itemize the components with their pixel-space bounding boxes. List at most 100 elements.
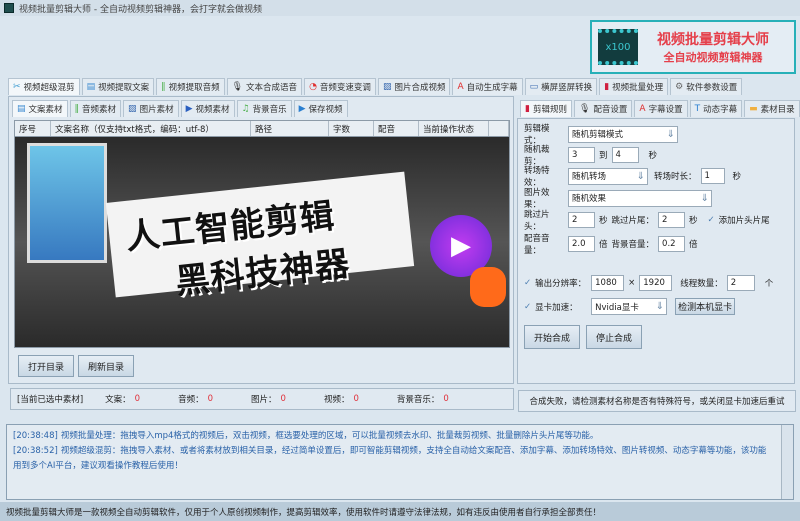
pointing-hand-icon: [470, 267, 506, 307]
tab-label: 动态字幕: [703, 105, 738, 115]
image-effect-select[interactable]: 随机效果 ⇓: [568, 189, 712, 207]
gpu-select[interactable]: Nvidia显卡 ⇓: [591, 298, 668, 315]
tab-settings-tabs-2[interactable]: A 字幕设置: [634, 100, 688, 117]
add-head-tail-checkbox[interactable]: 添加片头片尾: [719, 214, 770, 226]
dropdown-arrow-icon: ⇓: [655, 301, 665, 312]
skip-tail-input[interactable]: 2: [658, 212, 686, 228]
to-label: 到: [599, 151, 608, 161]
tab-label: 视频批量处理: [612, 83, 664, 93]
status-message: 合成失败，请检测素材名称是否有特殊符号，或关闭显卡加速后重试: [518, 390, 796, 412]
tab-material-tabs-0[interactable]: ▤ 文案素材: [12, 100, 68, 117]
resolution-height-input[interactable]: 1920: [639, 275, 673, 291]
settings-tabs: ▮ 剪辑规则 🎙 配音设置 A 字幕设置 T 动态字幕 ▬ 素材目录: [520, 100, 800, 117]
column-header[interactable]: 路径: [251, 121, 329, 136]
edit-mode-select[interactable]: 随机剪辑模式 ⇓: [568, 125, 678, 143]
tab-main-tabs-8[interactable]: ▮ 视频批量处理: [599, 78, 669, 95]
log-entry: [20:38:52] 视频超级混剪：拖拽导入素材、或者将素材放到相关目录，经过简单…: [13, 444, 787, 474]
seconds-unit: 秒: [599, 216, 608, 226]
selection-count-value: 0: [443, 394, 449, 404]
image-icon: ▨: [128, 104, 137, 114]
check-icon[interactable]: ✓: [708, 215, 715, 225]
selection-label: [当前已选中素材]: [17, 395, 84, 405]
title-bar: 视频批量剪辑大师 - 全自动视频剪辑神器，会打字就会做视频: [0, 0, 800, 16]
film-icon: ▮: [604, 82, 610, 92]
tab-main-tabs-0[interactable]: ✂ 视频超级混剪: [8, 78, 80, 95]
tab-settings-tabs-1[interactable]: 🎙 配音设置: [573, 100, 633, 117]
random-cut-from-input[interactable]: 3: [568, 147, 595, 163]
tab-label: 视频提取文案: [98, 83, 150, 93]
tab-main-tabs-5[interactable]: ▨ 图片合成视频: [377, 78, 451, 95]
tab-settings-tabs-0[interactable]: ▮ 剪辑规则: [520, 100, 572, 117]
tab-main-tabs-3[interactable]: 🎙 文本合成语音: [226, 78, 303, 95]
selection-count-value: 0: [280, 394, 286, 404]
person-photo: [27, 143, 107, 263]
seconds-unit: 秒: [689, 216, 698, 226]
table-header: 序号 文案名称（仅支持txt格式，编码：utf-8） 路径 字数 配音 当前操作状态: [15, 121, 509, 137]
times-sign: ×: [628, 278, 636, 288]
gpu-value: Nvidia显卡: [595, 302, 639, 313]
column-header[interactable]: 字数: [329, 121, 374, 136]
selection-count-label: 视频：: [323, 395, 350, 405]
preview-image: 人工智能剪辑 黑科技神器 ▶: [15, 137, 509, 347]
transition-duration-input[interactable]: 1: [700, 168, 725, 184]
dropdown-arrow-icon: ⇓: [636, 170, 645, 182]
log-text: 视频批量处理：拖拽导入mp4格式的视频后，双击视频，框选要处理的区域，可以批量视…: [60, 431, 599, 441]
tab-main-tabs-7[interactable]: ▭ 横屏竖屏转换: [524, 78, 598, 95]
tab-material-tabs-1[interactable]: ‖ 音频素材: [69, 100, 122, 117]
resolution-label: 输出分辨率：: [535, 279, 587, 289]
tab-main-tabs-6[interactable]: A 自动生成字幕: [452, 78, 523, 95]
voice-volume-input[interactable]: 2.0: [568, 236, 595, 252]
column-header[interactable]: 当前操作状态: [419, 121, 489, 136]
transition-select[interactable]: 随机转场 ⇓: [568, 167, 648, 185]
microphone-icon: 🎙: [578, 104, 591, 114]
footer-disclaimer: 视频批量剪辑大师是一款视频全自动剪辑软件，仅用于个人原创视频制作，提高剪辑效率，…: [0, 502, 800, 521]
material-table[interactable]: 序号 文案名称（仅支持txt格式，编码：utf-8） 路径 字数 配音 当前操作状态 人工…: [14, 120, 510, 348]
tab-label: 软件参数设置: [686, 83, 738, 93]
tab-main-tabs-2[interactable]: ‖ 视频提取音频: [156, 78, 225, 95]
tab-material-tabs-3[interactable]: ▶ 视频素材: [180, 100, 235, 117]
bg-volume-input[interactable]: 0.2: [658, 236, 686, 252]
bg-volume-label: 背景音量：: [611, 240, 655, 250]
log-timestamp: [20:38:52]: [13, 446, 58, 456]
seconds-unit: 秒: [648, 151, 658, 161]
tab-label: 字幕设置: [648, 105, 683, 115]
tab-material-tabs-4[interactable]: ♫ 背景音乐: [236, 100, 292, 117]
tab-main-tabs-9[interactable]: ⚙ 软件参数设置: [670, 78, 743, 95]
tab-settings-tabs-3[interactable]: T 动态字幕: [689, 100, 743, 117]
material-tabs: ▤ 文案素材 ‖ 音频素材 ▨ 图片素材 ▶ 视频素材 ♫ 背景音乐 ▶ 保存视频: [12, 100, 348, 117]
tab-label: 自动生成字幕: [466, 83, 518, 93]
app-icon: [4, 3, 14, 13]
edit-mode-value: 随机剪辑模式: [572, 130, 624, 140]
stop-button[interactable]: 停止合成: [586, 325, 642, 349]
column-header[interactable]: 配音: [374, 121, 419, 136]
check-icon[interactable]: ✓: [524, 278, 531, 288]
skip-head-input[interactable]: 2: [568, 212, 595, 228]
selection-count-label: 音频：: [178, 395, 204, 405]
seconds-unit: 秒: [732, 172, 742, 182]
window-title: 视频批量剪辑大师 - 全自动视频剪辑神器，会打字就会做视频: [19, 4, 262, 15]
column-header[interactable]: 序号: [15, 121, 51, 136]
log-scrollbar[interactable]: [781, 425, 793, 499]
threads-input[interactable]: 2: [726, 275, 755, 291]
column-header[interactable]: 文案名称（仅支持txt格式，编码：utf-8）: [51, 121, 251, 136]
tab-settings-tabs-4[interactable]: ▬ 素材目录: [744, 100, 800, 117]
tab-main-tabs-1[interactable]: ▤ 视频提取文案: [81, 78, 155, 95]
film-icon: ▮: [525, 104, 530, 114]
tab-material-tabs-5[interactable]: ▶ 保存视频: [293, 100, 348, 117]
main-tabs: ✂ 视频超级混剪 ▤ 视频提取文案 ‖ 视频提取音频 🎙 文本合成语音 ◔ 音频变速变调 ▨ 图片合成…: [8, 78, 743, 95]
check-icon[interactable]: ✓: [524, 302, 531, 312]
log-timestamp: [20:38:48]: [13, 431, 58, 441]
waveform-icon: ‖: [161, 82, 166, 92]
resolution-width-input[interactable]: 1080: [591, 275, 625, 291]
tab-label: 横屏竖屏转换: [541, 83, 593, 93]
detect-gpu-button[interactable]: 检测本机显卡: [675, 298, 736, 315]
start-button[interactable]: 开始合成: [524, 325, 580, 349]
log-panel[interactable]: [20:38:48] 视频批量处理：拖拽导入mp4格式的视频后，双击视频，框选要处…: [6, 424, 794, 500]
dropdown-arrow-icon: ⇓: [700, 192, 709, 204]
random-cut-to-input[interactable]: 4: [611, 147, 639, 163]
tab-material-tabs-2[interactable]: ▨ 图片素材: [123, 100, 179, 117]
open-directory-button[interactable]: 打开目录: [18, 355, 74, 377]
tab-main-tabs-4[interactable]: ◔ 音频变速变调: [304, 78, 376, 95]
column-header-filler: [489, 121, 509, 136]
refresh-directory-button[interactable]: 刷新目录: [78, 355, 134, 377]
